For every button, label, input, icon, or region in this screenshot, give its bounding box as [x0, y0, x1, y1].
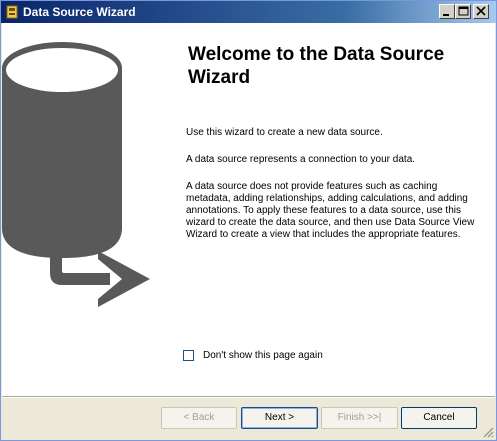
intro-text: Use this wizard to create a new data sou…: [186, 127, 383, 138]
cancel-button[interactable]: Cancel: [401, 407, 477, 429]
window-title: Data Source Wizard: [23, 5, 136, 19]
close-button[interactable]: [473, 4, 489, 19]
wizard-page: Welcome to the Data Source Wizard Use th…: [2, 23, 495, 396]
back-button[interactable]: < Back: [161, 407, 237, 429]
maximize-button[interactable]: [455, 4, 471, 19]
database-cylinder-icon: [2, 42, 122, 258]
page-title: Welcome to the Data Source Wizard: [188, 44, 445, 88]
arrow-icon: [50, 251, 150, 307]
data-source-graphic-icon: [2, 42, 150, 307]
next-button[interactable]: Next >: [241, 407, 318, 429]
close-icon: [476, 6, 486, 16]
resize-grip-icon[interactable]: [482, 426, 494, 438]
dont-show-again-checkbox[interactable]: [183, 350, 194, 361]
wizard-app-icon: [6, 5, 18, 19]
minimize-icon: [443, 14, 449, 16]
title-bar[interactable]: Data Source Wizard: [1, 1, 496, 23]
button-bar-divider: [2, 396, 495, 398]
dont-show-again-label[interactable]: Don't show this page again: [203, 349, 323, 362]
description-text: A data source represents a connection to…: [186, 154, 416, 165]
details-text: A data source does not provide features …: [186, 181, 475, 240]
maximize-icon: [458, 6, 469, 16]
wizard-window: Data Source Wizard Welcome to the Data S…: [0, 0, 497, 441]
minimize-button[interactable]: [439, 4, 455, 19]
finish-button[interactable]: Finish >>|: [321, 407, 398, 429]
